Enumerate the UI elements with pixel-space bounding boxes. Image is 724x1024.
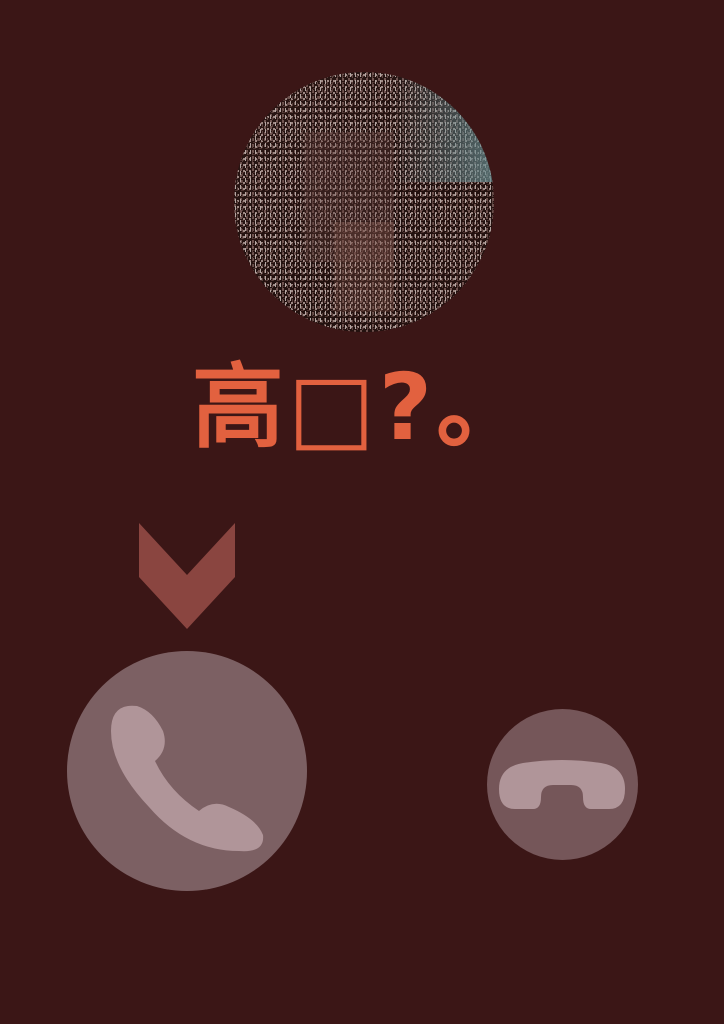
- phone-hangup-icon: [499, 760, 625, 809]
- phone-handset-icon: [111, 705, 264, 852]
- caller-avatar: [234, 72, 494, 332]
- avatar-photo-icon: [234, 72, 494, 332]
- answer-call-button[interactable]: [67, 651, 307, 891]
- decline-call-button[interactable]: [487, 709, 638, 860]
- caller-name: 高□?。: [191, 354, 533, 461]
- chevron-down-icon: [139, 523, 235, 629]
